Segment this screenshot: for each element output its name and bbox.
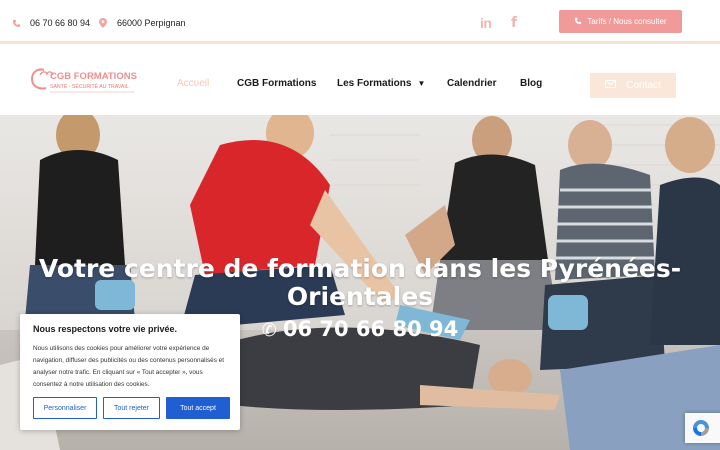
cookie-reject-button[interactable]: Tout rejeter <box>103 397 160 419</box>
main-navigation: CGB FORMATIONS SANTÉ · SÉCURITÉ AU TRAVA… <box>0 47 720 115</box>
tarifs-button-label: Tarifs / Nous consulter <box>587 17 667 26</box>
nav-item-cgb-formations[interactable]: CGB Formations <box>237 78 316 89</box>
contact-button-label: Contact <box>626 80 661 91</box>
phone-icon: ✆ <box>261 320 277 341</box>
nav-item-blog[interactable]: Blog <box>520 78 542 89</box>
phone-icon <box>574 17 582 27</box>
topbar-phone-text: 06 70 66 80 94 <box>30 18 91 28</box>
nav-item-accueil[interactable]: Accueil <box>177 78 209 89</box>
svg-text:SANTÉ · SÉCURITÉ AU TRAVAIL: SANTÉ · SÉCURITÉ AU TRAVAIL <box>50 83 129 90</box>
envelope-icon <box>605 80 617 91</box>
hero-phone-number: 06 70 66 80 94 <box>282 317 459 341</box>
phone-icon <box>10 17 22 29</box>
svg-text:CGB FORMATIONS: CGB FORMATIONS <box>50 71 137 82</box>
recaptcha-badge[interactable] <box>685 413 720 443</box>
cookie-text: Nous utilisons des cookies pour améliore… <box>33 345 225 388</box>
site-logo[interactable]: CGB FORMATIONS SANTÉ · SÉCURITÉ AU TRAVA… <box>30 66 140 96</box>
topbar-location: 66000 Perpignan <box>97 17 186 29</box>
nav-item-les-formations-label: Les Formations <box>337 78 412 89</box>
recaptcha-icon <box>693 420 709 436</box>
linkedin-icon[interactable]: in <box>480 15 492 31</box>
nav-item-calendrier[interactable]: Calendrier <box>447 78 496 89</box>
cookie-buttons: Personnaliser Tout rejeter Tout accept <box>33 397 230 419</box>
top-bar: 06 70 66 80 94 66000 Perpignan in f Tari… <box>0 0 720 44</box>
facebook-icon[interactable]: f <box>511 15 517 31</box>
cookie-title: Nous respectons votre vie privée. <box>33 324 178 334</box>
topbar-location-text: 66000 Perpignan <box>117 18 186 28</box>
tarifs-button[interactable]: Tarifs / Nous consulter <box>559 10 682 33</box>
cookie-accept-button[interactable]: Tout accept <box>166 397 230 419</box>
chevron-down-icon: ▼ <box>417 79 426 88</box>
cookie-customize-button[interactable]: Personnaliser <box>33 397 97 419</box>
cookie-consent-banner: Nous respectons votre vie privée. Nous u… <box>20 314 240 430</box>
location-pin-icon <box>97 17 109 29</box>
topbar-phone[interactable]: 06 70 66 80 94 <box>10 17 90 29</box>
hero-title: Votre centre de formation dans les Pyrén… <box>38 254 682 311</box>
nav-item-les-formations[interactable]: Les Formations ▼ <box>337 78 425 89</box>
contact-button[interactable]: Contact <box>590 73 676 98</box>
